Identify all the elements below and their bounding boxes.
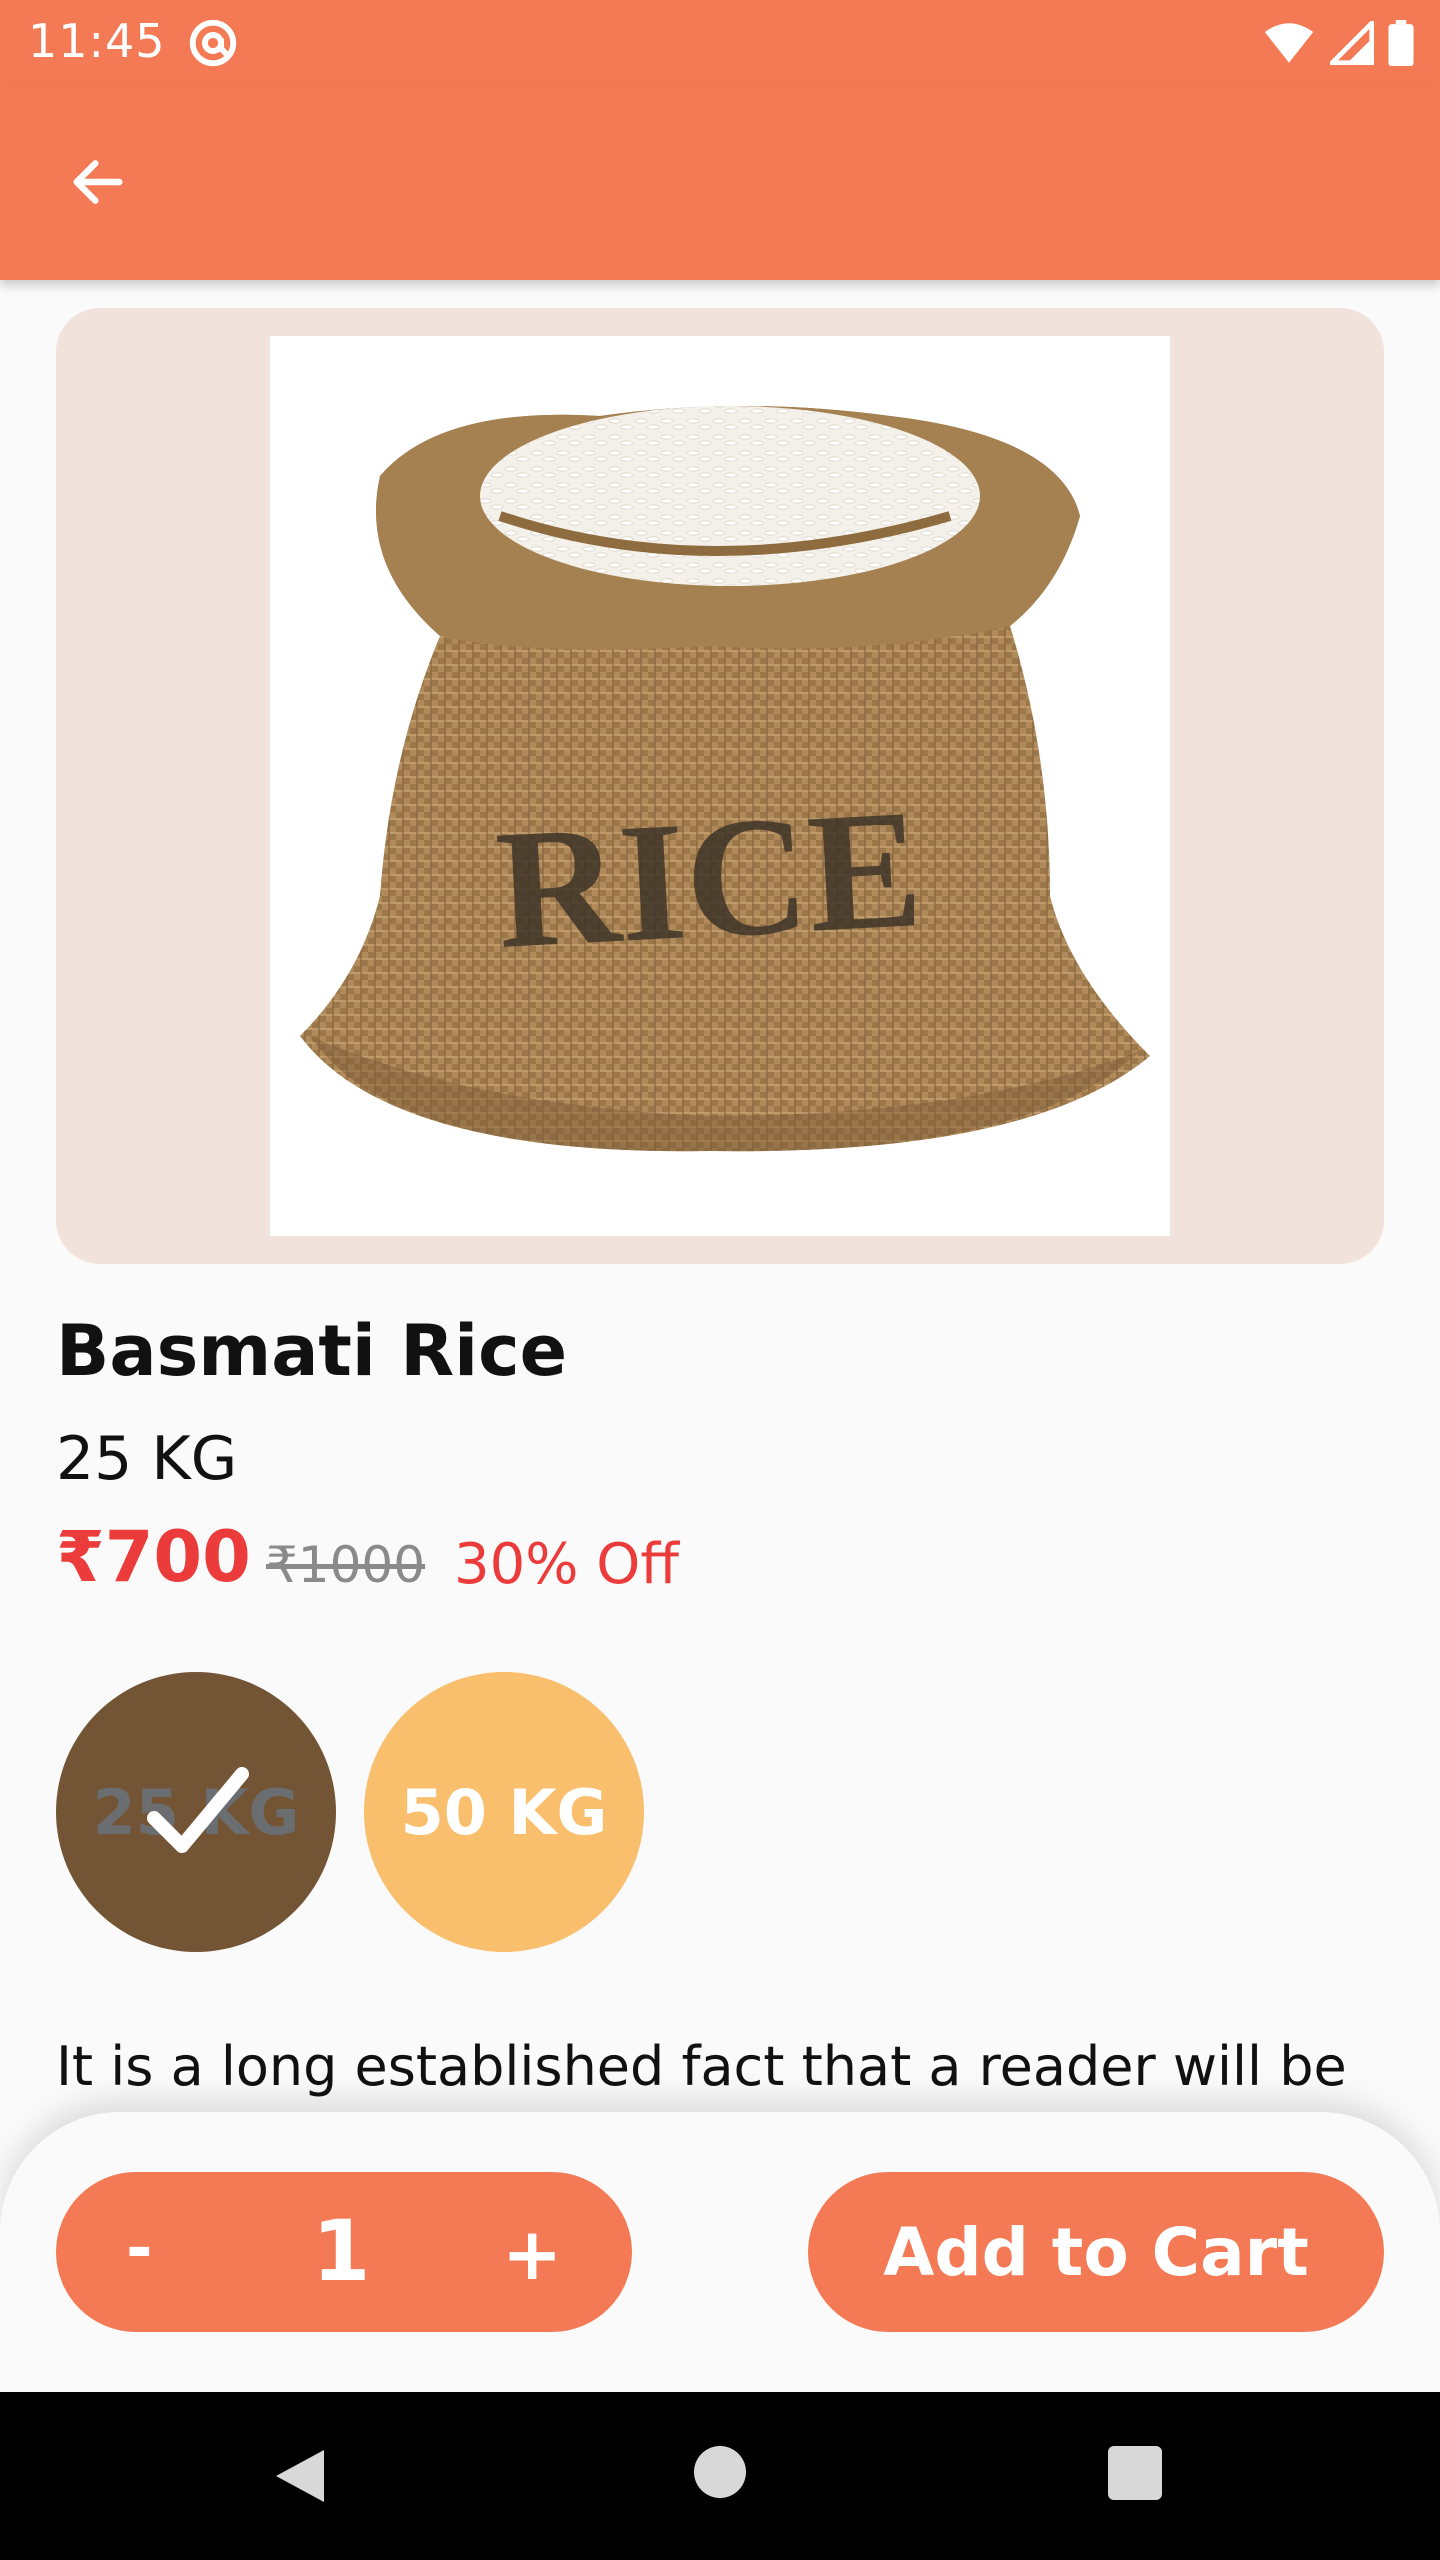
arrow-left-icon [73,160,123,204]
check-icon [147,1767,249,1853]
battery-icon [1388,20,1414,66]
product-image: RICE [270,336,1170,1236]
back-button[interactable] [56,140,140,224]
rice-sack-image: RICE [300,406,1150,1152]
quantity-stepper: - 1 + [56,2172,632,2332]
decrement-button[interactable]: - [126,2212,153,2286]
at-sign-icon [189,19,237,67]
status-icons [1262,20,1414,66]
status-time: 11:45 [28,14,166,68]
weight-option-50kg[interactable]: 50 KG [364,1672,644,1952]
weight-option-label: 50 KG [400,1775,608,1849]
discount-label: 30% Off [454,1532,679,1597]
increment-button[interactable]: + [502,2212,562,2296]
product-title: Basmati Rice [56,1310,568,1392]
app-bar [0,84,1440,280]
nav-home-icon[interactable] [694,2446,746,2498]
nav-back-icon[interactable] [272,2446,328,2506]
system-nav-bar [0,2392,1440,2560]
product-price: ₹700 [56,1516,251,1598]
product-weight: 25 KG [56,1424,238,1494]
product-description: It is a long established fact that a rea… [56,2035,1347,2098]
nav-recents-icon[interactable] [1108,2446,1162,2500]
wifi-icon [1264,23,1314,63]
weight-option-25kg[interactable]: 25 KG [56,1672,336,1952]
bottom-action-bar: - 1 + Add to Cart [0,2112,1440,2392]
product-mrp: ₹1000 [266,1536,426,1594]
product-detail-screen: 11:45 RICE Basmati Rice 25 KG ₹700 ₹1000… [0,0,1440,2560]
product-image-card: RICE [56,308,1384,1264]
add-to-cart-button[interactable]: Add to Cart [808,2172,1384,2332]
status-bar: 11:45 [0,0,1440,84]
quantity-value: 1 [312,2202,371,2300]
signal-icon [1330,21,1374,65]
sack-print-text: RICE [492,774,926,984]
